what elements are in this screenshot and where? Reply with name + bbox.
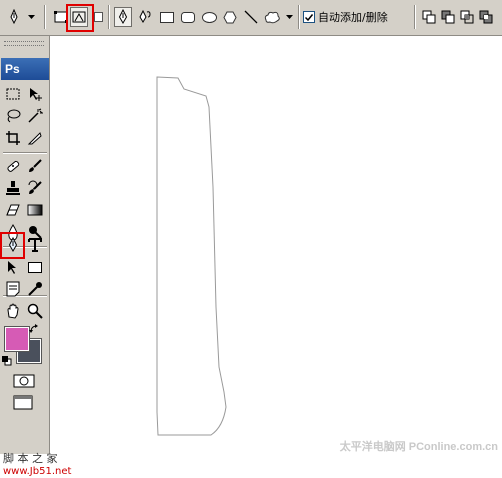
auto-add-delete-checkbox[interactable]: 自动添加/删除 [303,8,388,26]
rounded-rectangle-icon[interactable] [179,7,197,27]
zoom-tool-icon[interactable] [25,301,45,321]
pconline-watermark: 太平洋电脑网 PConline.com.cn [339,441,498,453]
document-canvas[interactable] [51,37,502,454]
lasso-tool-icon[interactable] [3,106,23,126]
drawn-path [156,76,227,436]
clone-stamp-icon[interactable] [3,178,23,198]
pen-tool-highlight-box [0,232,25,259]
slice-tool-icon[interactable] [25,128,45,148]
checkbox-icon[interactable] [303,11,315,23]
subtract-icon[interactable] [439,7,457,27]
crop-tool-icon[interactable] [3,128,23,148]
add-to-area-icon[interactable] [420,7,438,27]
gradient-tool-icon[interactable] [25,200,45,220]
history-brush-icon[interactable] [25,178,45,198]
rectangle-shape-tool-icon[interactable] [25,257,45,277]
ps-logo: Ps [1,58,49,80]
toolbox-grip[interactable] [4,41,44,46]
hand-tool-icon[interactable] [3,301,23,321]
swap-colors-icon[interactable] [28,323,40,335]
paths-highlight-box [66,4,94,32]
custom-shape-icon[interactable] [262,7,282,27]
chevron-down-icon[interactable] [26,7,36,27]
jb51-watermark: 脚 本 之 家 www.Jb51.net [3,452,71,478]
move-tool-icon[interactable] [25,84,45,104]
type-tool-icon[interactable] [25,235,45,255]
path-selection-icon[interactable] [3,257,23,277]
freeform-pen-icon[interactable] [136,7,154,27]
line-icon[interactable] [242,7,260,27]
fill-pixels-icon[interactable] [92,7,104,27]
rectangle-icon[interactable] [158,7,176,27]
default-colors-icon[interactable] [1,355,13,367]
magic-wand-icon[interactable] [25,106,45,126]
healing-brush-icon[interactable] [3,156,23,176]
polygon-icon[interactable] [221,7,239,27]
toolbox: Ps 脚 本 之 家 www.Jb51.net [0,36,71,477]
screen-mode-icon[interactable] [12,395,36,411]
watermark-line2: www.Jb51.net [3,466,72,477]
options-bar: 自动添加/删除 [0,0,502,36]
exclude-icon[interactable] [477,7,495,27]
custom-shape-dropdown-icon[interactable] [284,7,294,27]
foreground-color-swatch[interactable] [4,326,30,352]
ellipse-icon[interactable] [200,7,218,27]
eyedropper-icon[interactable] [25,279,45,299]
auto-add-delete-label: 自动添加/删除 [318,11,388,24]
notes-tool-icon[interactable] [3,279,23,299]
eraser-tool-icon[interactable] [3,200,23,220]
intersect-icon[interactable] [458,7,476,27]
quick-mask-icon[interactable] [12,373,36,389]
marquee-tool-icon[interactable] [3,84,23,104]
pen-icon[interactable] [114,7,132,27]
brush-tool-icon[interactable] [25,156,45,176]
pen-tool-preset-icon[interactable] [6,7,22,27]
